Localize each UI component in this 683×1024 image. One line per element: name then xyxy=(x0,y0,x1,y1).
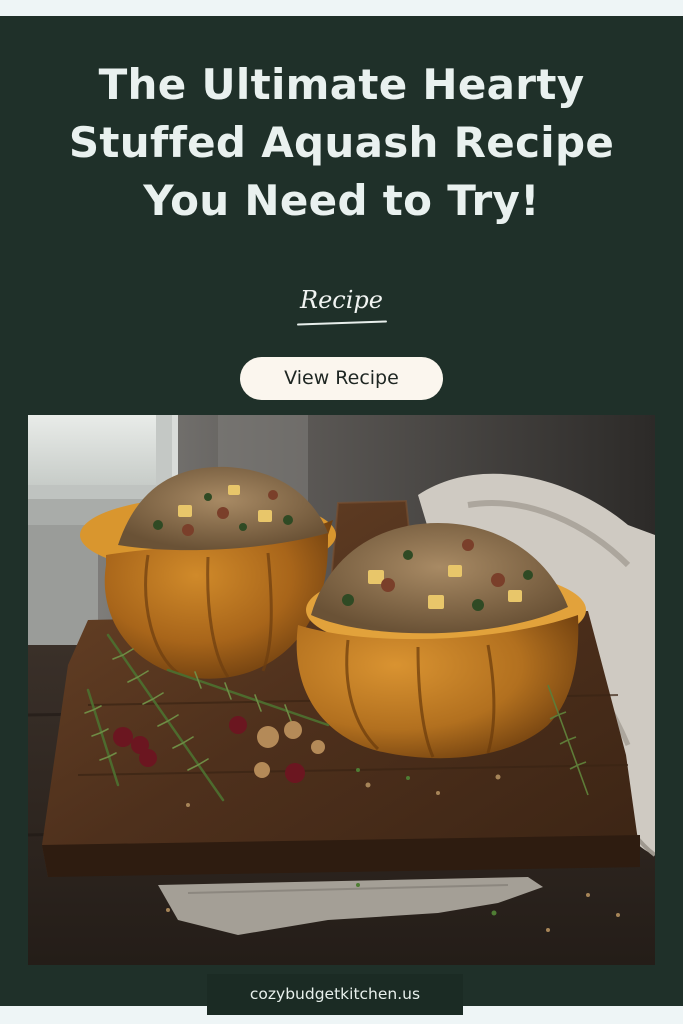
headline-line-1: The Ultimate Hearty xyxy=(98,60,585,109)
photo-illustration xyxy=(28,415,655,965)
site-url-banner[interactable]: cozybudgetkitchen.us xyxy=(207,974,463,1015)
view-recipe-button[interactable]: View Recipe xyxy=(240,357,443,400)
headline: The Ultimate Hearty Stuffed Aquash Recip… xyxy=(20,56,663,230)
headline-line-2: Stuffed Aquash Recipe xyxy=(68,118,615,167)
recipe-photo[interactable] xyxy=(28,415,655,965)
headline-line-3: You Need to Try! xyxy=(143,176,540,225)
recipe-tagline: Recipe xyxy=(300,286,383,314)
pin-card: The Ultimate Hearty Stuffed Aquash Recip… xyxy=(0,0,683,1024)
